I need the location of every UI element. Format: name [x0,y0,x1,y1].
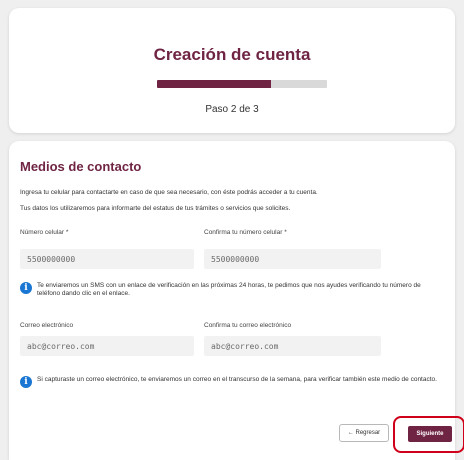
info-icon: i [20,376,32,388]
progress-bar [157,80,327,88]
sms-info-text: Te enviaremos un SMS con un enlace de ve… [37,282,421,297]
contact-card: Medios de contacto Ingresa tu celular pa… [9,141,464,460]
back-button[interactable]: ← Regresar [339,424,389,442]
description-1: Ingresa tu celular para contactarte en c… [20,189,318,196]
page: Creación de cuenta Paso 2 de 3 Medios de… [0,0,464,460]
next-button[interactable]: Siguiente [408,426,452,442]
phone-input[interactable]: 5500000000 [20,249,194,269]
page-title: Creación de cuenta [153,45,311,64]
description-2: Tus datos los utilizaremos para informar… [20,205,291,212]
email-confirm-input[interactable]: abc@correo.com [204,336,381,356]
info-icon: i [20,282,32,294]
header-card: Creación de cuenta Paso 2 de 3 [9,8,455,133]
email-info-text: Si capturaste un correo electrónico, te … [37,376,437,383]
email-input[interactable]: abc@correo.com [20,336,194,356]
phone-confirm-label: Confirma tu número celular * [204,229,287,236]
email-confirm-label: Confirma tu correo electrónico [204,322,292,329]
step-indicator: Paso 2 de 3 [205,104,259,115]
progress-bar-fill [157,80,271,88]
section-title: Medios de contacto [20,159,142,174]
email-label: Correo electrónico [20,322,74,329]
phone-label: Número celular * [20,229,69,236]
phone-confirm-input[interactable]: 5500000000 [204,249,381,269]
